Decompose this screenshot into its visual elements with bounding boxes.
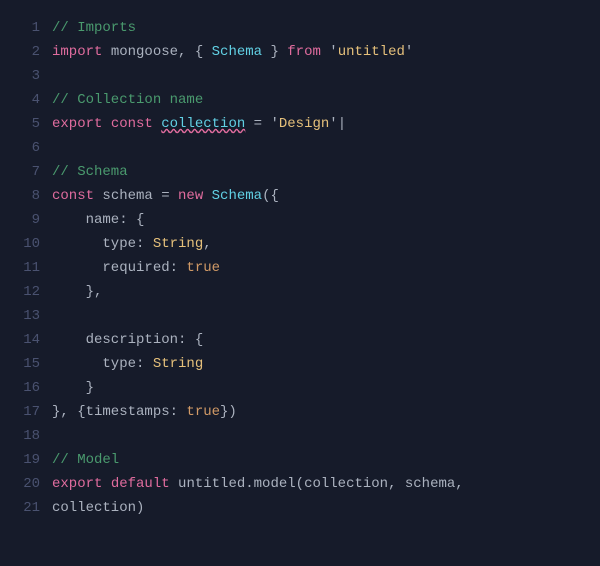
token: // Collection name: [52, 92, 203, 108]
token: }): [220, 404, 237, 420]
code-line-7: // Schema: [52, 160, 584, 184]
token: from: [287, 44, 321, 60]
code-line-11: required: true: [52, 256, 584, 280]
token: mongoose, {: [102, 44, 211, 60]
code-line-18: [52, 424, 584, 448]
token: = ': [245, 116, 279, 132]
token: }: [262, 44, 287, 60]
code-line-2: import mongoose, { Schema } from 'untitl…: [52, 40, 584, 64]
token: Schema: [212, 44, 262, 60]
code-line-5: export const collection = 'Design'|: [52, 112, 584, 136]
token: String: [153, 356, 203, 372]
code-line-6: [52, 136, 584, 160]
token: default: [111, 476, 170, 492]
line-number-12: 12: [12, 280, 40, 304]
token: ': [405, 44, 413, 60]
token: '|: [329, 116, 346, 132]
token: true: [186, 404, 220, 420]
line-number-16: 16: [12, 376, 40, 400]
code-line-17: }, {timestamps: true}): [52, 400, 584, 424]
line-number-4: 4: [12, 88, 40, 112]
code-line-4: // Collection name: [52, 88, 584, 112]
token: ,: [203, 236, 211, 252]
line-number-20: 20: [12, 472, 40, 496]
token: required:: [52, 260, 186, 276]
code-line-12: },: [52, 280, 584, 304]
line-number-11: 11: [12, 256, 40, 280]
token: // Model: [52, 452, 119, 468]
code-line-8: const schema = new Schema({: [52, 184, 584, 208]
token: true: [186, 260, 220, 276]
code-line-14: description: {: [52, 328, 584, 352]
code-line-1: // Imports: [52, 16, 584, 40]
token: ({: [262, 188, 279, 204]
token: [153, 116, 161, 132]
code-line-15: type: String: [52, 352, 584, 376]
token: const: [52, 188, 94, 204]
token: // Imports: [52, 20, 136, 36]
line-number-6: 6: [12, 136, 40, 160]
token: }, {timestamps:: [52, 404, 186, 420]
token: ': [321, 44, 338, 60]
token: name: {: [52, 212, 144, 228]
token: untitled.model(collection, schema,: [170, 476, 464, 492]
line-number-9: 9: [12, 208, 40, 232]
code-line-21: collection): [52, 496, 584, 520]
token: [203, 188, 211, 204]
line-number-18: 18: [12, 424, 40, 448]
code-line-13: [52, 304, 584, 328]
line-numbers: 123456789101112131415161718192021: [0, 16, 52, 550]
line-number-2: 2: [12, 40, 40, 64]
code-line-9: name: {: [52, 208, 584, 232]
token: untitled: [338, 44, 405, 60]
token: Design: [279, 116, 329, 132]
token: export: [52, 476, 102, 492]
line-number-19: 19: [12, 448, 40, 472]
token: description: {: [52, 332, 203, 348]
token: [102, 476, 110, 492]
code-line-20: export default untitled.model(collection…: [52, 472, 584, 496]
code-line-16: }: [52, 376, 584, 400]
code-line-10: type: String,: [52, 232, 584, 256]
token: import: [52, 44, 102, 60]
line-number-3: 3: [12, 64, 40, 88]
line-number-5: 5: [12, 112, 40, 136]
token: },: [52, 284, 102, 300]
token: }: [52, 380, 94, 396]
token: new: [178, 188, 203, 204]
line-number-14: 14: [12, 328, 40, 352]
code-editor: 123456789101112131415161718192021 // Imp…: [0, 0, 600, 566]
token: // Schema: [52, 164, 128, 180]
token: String: [153, 236, 203, 252]
token: collection: [161, 116, 245, 132]
line-number-15: 15: [12, 352, 40, 376]
token: type:: [52, 236, 153, 252]
token: Schema: [212, 188, 262, 204]
token: export: [52, 116, 102, 132]
line-number-1: 1: [12, 16, 40, 40]
token: type:: [52, 356, 153, 372]
line-number-17: 17: [12, 400, 40, 424]
line-number-7: 7: [12, 160, 40, 184]
token: schema =: [94, 188, 178, 204]
line-number-10: 10: [12, 232, 40, 256]
line-number-13: 13: [12, 304, 40, 328]
token: const: [111, 116, 153, 132]
code-line-19: // Model: [52, 448, 584, 472]
token: [102, 116, 110, 132]
line-number-21: 21: [12, 496, 40, 520]
line-number-8: 8: [12, 184, 40, 208]
code-line-3: [52, 64, 584, 88]
token: collection): [52, 500, 144, 516]
code-area[interactable]: // Imports import mongoose, { Schema } fr…: [52, 16, 600, 550]
